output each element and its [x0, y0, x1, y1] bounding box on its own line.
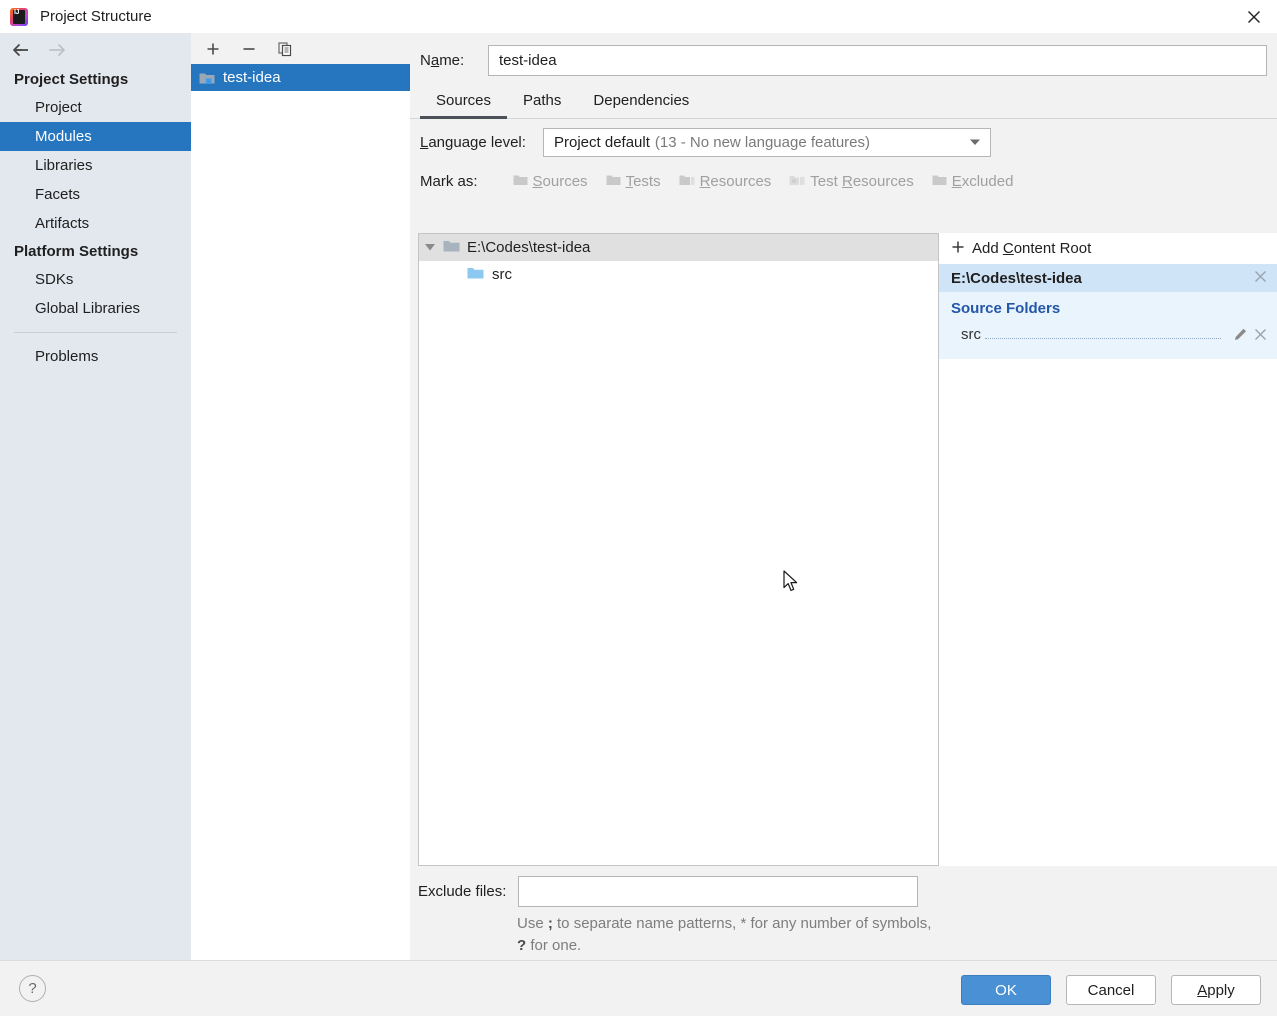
sidebar-item-modules[interactable]: Modules — [0, 122, 191, 151]
triangle-down-icon[interactable] — [424, 239, 436, 256]
settings-sidebar: Project Settings Project Modules Librari… — [0, 33, 191, 960]
tree-row-root[interactable]: E:\Codes\test-idea — [419, 234, 938, 261]
sidebar-item-sdks[interactable]: SDKs — [0, 265, 191, 294]
module-list-item[interactable]: test-idea — [191, 64, 410, 91]
sidebar-navigation — [0, 33, 191, 66]
folder-gray-icon — [443, 239, 460, 257]
mark-as-excluded-button[interactable]: Excluded — [923, 171, 1023, 192]
folder-excluded-icon — [932, 173, 947, 190]
language-level-select[interactable]: Project default (13 - No new language fe… — [543, 128, 991, 157]
module-name-input[interactable]: test-idea — [488, 45, 1267, 76]
modules-panel: test-idea — [191, 33, 410, 960]
module-list-item-label: test-idea — [223, 69, 281, 86]
source-folder-name: src — [961, 326, 981, 343]
sidebar-item-facets[interactable]: Facets — [0, 180, 191, 209]
mark-as-resources-button[interactable]: Resources — [670, 171, 781, 192]
sidebar-item-problems[interactable]: Problems — [0, 342, 191, 371]
mark-as-test-resources-button[interactable]: Test Resources — [780, 171, 922, 192]
plus-icon — [951, 240, 965, 258]
sidebar-group-project-settings: Project Settings — [0, 66, 191, 93]
tab-sources[interactable]: Sources — [420, 88, 507, 119]
add-content-root-button[interactable]: Add Content Root — [939, 233, 1277, 264]
cancel-button[interactable]: Cancel — [1066, 975, 1156, 1005]
sidebar-divider — [14, 332, 177, 333]
title-bar: Project Structure — [0, 0, 1277, 33]
content-root-header: E:\Codes\test-idea — [939, 264, 1277, 292]
module-name-label: Name: — [420, 52, 488, 69]
mark-as-resources-label: Resources — [700, 173, 772, 190]
module-name-row: Name: test-idea — [410, 33, 1277, 87]
chevron-down-icon[interactable] — [960, 129, 990, 156]
mark-as-tests-button[interactable]: Tests — [597, 171, 670, 192]
intellij-idea-logo-icon — [10, 8, 28, 26]
exclude-files-label: Exclude files: — [418, 883, 518, 900]
sidebar-item-project[interactable]: Project — [0, 93, 191, 122]
close-icon[interactable] — [1231, 0, 1277, 33]
remove-content-root-icon[interactable] — [1254, 270, 1267, 287]
dialog-footer: ? OK Cancel Apply — [0, 960, 1277, 1016]
add-content-root-label: Add Content Root — [972, 240, 1091, 257]
mark-as-sources-label: Sources — [533, 173, 588, 190]
source-folder-leader — [985, 327, 1221, 339]
sidebar-item-artifacts[interactable]: Artifacts — [0, 209, 191, 238]
project-structure-dialog: Project Structure Project Settings Proje… — [0, 0, 1277, 1016]
sidebar-item-global-libraries[interactable]: Global Libraries — [0, 294, 191, 323]
content-tree[interactable]: E:\Codes\test-idea src — [418, 233, 939, 866]
ok-button[interactable]: OK — [961, 975, 1051, 1005]
exclude-files-hint: Use ; to separate name patterns, * for a… — [517, 913, 937, 957]
help-icon[interactable]: ? — [19, 975, 46, 1002]
tree-root-label: E:\Codes\test-idea — [467, 239, 590, 256]
copy-icon[interactable] — [273, 37, 297, 61]
arrow-right-icon[interactable] — [46, 39, 68, 61]
mark-as-test-resources-label: Test Resources — [810, 173, 913, 190]
language-level-label: Language level: — [420, 134, 543, 151]
mark-as-tests-label: Tests — [626, 173, 661, 190]
folder-sources-icon — [513, 173, 528, 190]
pencil-icon[interactable] — [1233, 327, 1248, 342]
exclude-files-input[interactable] — [518, 876, 918, 907]
tree-row-child[interactable]: src — [419, 261, 938, 288]
mark-as-label: Mark as: — [420, 173, 478, 190]
exclude-files-row: Exclude files: — [418, 876, 1277, 907]
minus-icon[interactable] — [237, 37, 261, 61]
content-roots-panel: Add Content Root E:\Codes\test-idea Sour… — [939, 233, 1277, 866]
window-title: Project Structure — [40, 8, 152, 25]
mark-as-row: Mark as: Sources Tests Resources — [410, 165, 1277, 197]
folder-tests-icon — [606, 173, 621, 190]
sources-panes: E:\Codes\test-idea src Add Content Root — [418, 233, 1277, 866]
mark-as-sources-button[interactable]: Sources — [504, 171, 597, 192]
tree-child-label: src — [492, 266, 512, 283]
language-level-row: Language level: Project default (13 - No… — [410, 119, 1277, 165]
module-detail-panel: Name: test-idea Sources Paths Dependenci… — [410, 33, 1277, 960]
module-icon — [199, 71, 215, 84]
mark-as-excluded-label: Excluded — [952, 173, 1014, 190]
plus-icon[interactable] — [201, 37, 225, 61]
sidebar-group-platform-settings: Platform Settings — [0, 238, 191, 265]
remove-source-folder-icon[interactable] — [1254, 328, 1267, 341]
folder-resources-icon — [679, 173, 695, 190]
modules-toolbar — [191, 33, 410, 64]
source-folders-title: Source Folders — [939, 300, 1277, 323]
source-folder-row[interactable]: src — [939, 323, 1277, 345]
language-level-detail: (13 - No new language features) — [655, 134, 870, 151]
language-level-value: Project default — [554, 134, 650, 151]
apply-button[interactable]: Apply — [1171, 975, 1261, 1005]
content-root-body: Source Folders src — [939, 292, 1277, 359]
content-root-path: E:\Codes\test-idea — [951, 270, 1082, 287]
arrow-left-icon[interactable] — [10, 39, 32, 61]
folder-test-resources-icon — [789, 173, 805, 190]
folder-blue-icon — [467, 266, 484, 284]
tab-paths[interactable]: Paths — [507, 88, 577, 119]
tab-dependencies[interactable]: Dependencies — [577, 88, 705, 119]
sidebar-item-libraries[interactable]: Libraries — [0, 151, 191, 180]
module-tabs: Sources Paths Dependencies — [410, 87, 1277, 119]
